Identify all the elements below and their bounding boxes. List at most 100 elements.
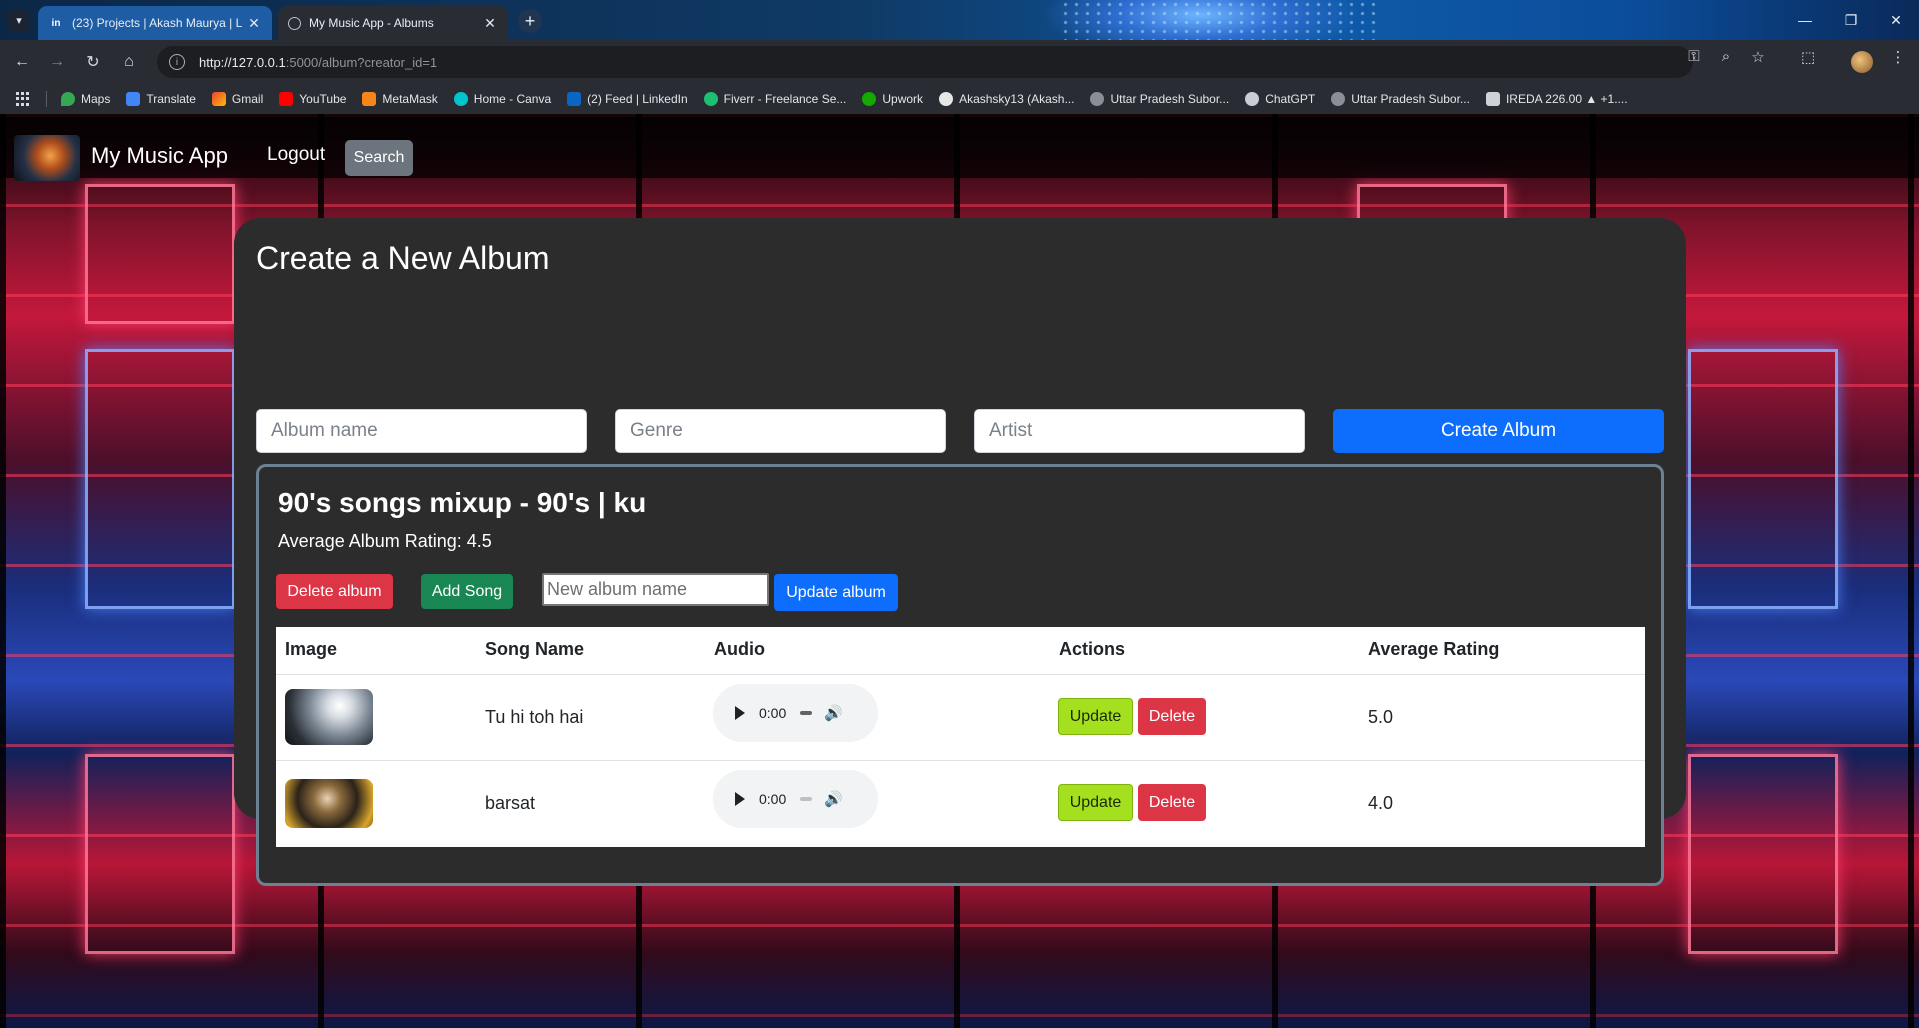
profile-avatar[interactable]: [1851, 51, 1873, 73]
audio-progress-track[interactable]: [800, 711, 813, 715]
album-title: 90's songs mixup - 90's | ku: [278, 487, 647, 518]
extensions-icon[interactable]: ⬚: [1796, 48, 1820, 66]
restore-icon[interactable]: ❐: [1828, 0, 1874, 40]
address-bar[interactable]: i http://127.0.0.1:5000/album?creator_id…: [157, 46, 1693, 78]
close-icon[interactable]: ✕: [246, 15, 262, 32]
create-album-button[interactable]: Create Album: [1333, 409, 1664, 453]
browser-tab-active[interactable]: My Music App - Albums ✕: [278, 6, 508, 40]
tab-title: (23) Projects | Akash Maurya | L: [72, 16, 243, 30]
bookmark-canva[interactable]: Home - Canva: [453, 92, 551, 106]
audio-progress-track[interactable]: [800, 797, 813, 801]
add-song-button[interactable]: Add Song: [421, 574, 513, 609]
bookmark-translate[interactable]: Translate: [126, 92, 196, 106]
globe-icon: [288, 16, 301, 30]
bookmark-metamask[interactable]: MetaMask: [362, 92, 438, 106]
linkedin-icon: in: [51, 17, 61, 29]
close-window-icon[interactable]: ✕: [1873, 0, 1919, 40]
songs-table: Image Song Name Audio Actions Average Ra…: [276, 627, 1645, 847]
home-icon[interactable]: ⌂: [117, 50, 141, 74]
bookmark-up-portal-1[interactable]: Uttar Pradesh Subor...: [1090, 92, 1229, 106]
youtube-icon: [279, 92, 294, 106]
translate-icon: [126, 92, 141, 106]
bookmark-star-icon[interactable]: ☆: [1746, 48, 1770, 66]
delete-album-button[interactable]: Delete album: [276, 574, 393, 609]
github-icon: [939, 92, 954, 106]
genre-input[interactable]: [615, 409, 946, 453]
maps-pin-icon: [61, 92, 75, 106]
menu-kebab-icon[interactable]: ⋮: [1886, 48, 1910, 66]
song-name: Tu hi toh hai: [485, 707, 584, 727]
new-tab-button[interactable]: +: [518, 9, 542, 33]
volume-icon[interactable]: 🔊: [824, 704, 843, 722]
bookmark-youtube[interactable]: YouTube: [279, 92, 346, 106]
update-song-button[interactable]: Update: [1058, 784, 1133, 821]
page-background: My Music App Logout Search Create a New …: [0, 114, 1919, 1028]
canva-icon: [453, 92, 468, 106]
app-brand[interactable]: My Music App: [91, 143, 228, 169]
zoom-icon[interactable]: ⌕: [1714, 48, 1738, 65]
search-button[interactable]: Search: [345, 140, 413, 176]
bookmark-ireda[interactable]: IREDA 226.00 ▲ +1....: [1485, 92, 1628, 106]
background-neon-frame: [85, 349, 235, 609]
reload-icon[interactable]: ↻: [81, 50, 105, 74]
audio-player[interactable]: 0:00 🔊: [713, 684, 878, 742]
bookmark-fiverr[interactable]: Fiverr - Freelance Se...: [703, 92, 846, 106]
bookmark-up-portal-2[interactable]: Uttar Pradesh Subor...: [1331, 92, 1470, 106]
forward-icon[interactable]: →: [45, 50, 69, 74]
bookmark-chatgpt[interactable]: ChatGPT: [1245, 92, 1315, 106]
artist-input[interactable]: [974, 409, 1305, 453]
tradingview-icon: [1485, 92, 1500, 106]
song-thumbnail: [285, 779, 373, 828]
play-icon[interactable]: [735, 792, 745, 806]
song-average-rating: 4.0: [1368, 793, 1394, 813]
minimize-icon[interactable]: —: [1782, 0, 1828, 40]
volume-icon[interactable]: 🔊: [824, 790, 843, 808]
apps-grid-icon[interactable]: [16, 92, 30, 106]
update-album-button[interactable]: Update album: [774, 574, 898, 611]
metamask-fox-icon: [362, 92, 377, 106]
update-song-button[interactable]: Update: [1058, 698, 1133, 735]
site-info-icon[interactable]: i: [169, 54, 185, 70]
song-name: barsat: [485, 793, 536, 813]
globe-icon: [1331, 92, 1346, 106]
bookmark-upwork[interactable]: Upwork: [862, 92, 923, 106]
delete-song-button[interactable]: Delete: [1138, 698, 1206, 735]
back-icon[interactable]: ←: [10, 50, 34, 74]
bookmark-linkedin[interactable]: (2) Feed | LinkedIn: [567, 92, 688, 106]
tab-title: My Music App - Albums: [309, 16, 434, 30]
column-header-average-rating: Average Rating: [1368, 639, 1500, 659]
audio-player[interactable]: 0:00 🔊: [713, 770, 878, 828]
linkedin-icon: [567, 92, 582, 106]
bookmarks-divider: [46, 91, 47, 107]
column-header-image: Image: [285, 639, 338, 659]
new-album-name-input[interactable]: [542, 573, 769, 606]
column-header-actions: Actions: [1059, 639, 1126, 659]
tab-bar-background-texture: [1060, 0, 1380, 40]
globe-icon: [1090, 92, 1105, 106]
background-neon-frame: [85, 184, 235, 324]
bookmark-gmail[interactable]: Gmail: [211, 92, 263, 106]
page-title: Create a New Album: [256, 240, 550, 276]
audio-time: 0:00: [759, 791, 787, 807]
bookmark-maps[interactable]: Maps: [61, 92, 110, 106]
background-neon-frame: [1688, 754, 1838, 954]
app-logo[interactable]: [14, 135, 80, 181]
logout-link[interactable]: Logout: [267, 144, 325, 166]
bookmark-github[interactable]: Akashsky13 (Akash...: [939, 92, 1074, 106]
table-row: Tu hi toh hai 0:00 🔊 Update Delete 5.0: [276, 674, 1645, 760]
password-key-icon[interactable]: ⚿: [1682, 48, 1706, 65]
browser-tab-linkedin[interactable]: in (23) Projects | Akash Maurya | L ✕: [38, 6, 272, 40]
fiverr-icon: [703, 92, 718, 106]
album-name-input[interactable]: [256, 409, 587, 453]
column-header-song-name: Song Name: [485, 639, 585, 659]
play-icon[interactable]: [735, 706, 745, 720]
close-icon[interactable]: ✕: [482, 15, 498, 32]
background-neon-frame: [1688, 349, 1838, 609]
album-average-rating: Average Album Rating: 4.5: [278, 531, 492, 551]
delete-song-button[interactable]: Delete: [1138, 784, 1206, 821]
bookmarks-bar: Maps Translate Gmail YouTube MetaMask Ho…: [0, 84, 1919, 114]
song-average-rating: 5.0: [1368, 707, 1394, 727]
chatgpt-icon: [1245, 92, 1260, 106]
tab-search-icon[interactable]: ▾: [8, 9, 30, 31]
song-thumbnail: [285, 689, 373, 745]
